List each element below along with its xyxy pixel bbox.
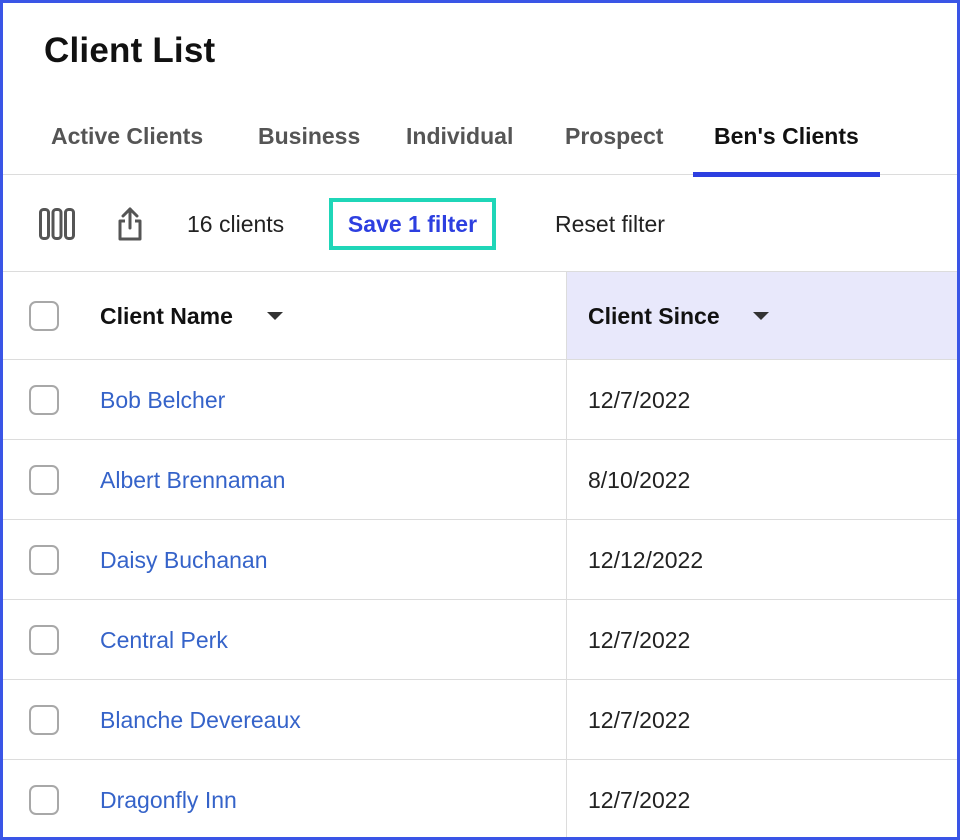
client-since-cell: 12/7/2022	[588, 387, 691, 413]
row-checkbox[interactable]	[29, 625, 59, 655]
table-row: Central Perk 12/7/2022	[3, 600, 957, 680]
client-since-header[interactable]: Client Since	[588, 272, 720, 360]
table-row: Dragonfly Inn 12/7/2022	[3, 760, 957, 837]
tab-individual[interactable]: Individual	[406, 107, 513, 175]
table-row: Blanche Devereaux 12/7/2022	[3, 680, 957, 760]
row-checkbox[interactable]	[29, 545, 59, 575]
client-table: Client Name Client Since Bob Belcher 12/…	[3, 272, 957, 837]
client-name-link[interactable]: Albert Brennaman	[100, 440, 285, 520]
column-divider	[566, 600, 567, 679]
row-checkbox[interactable]	[29, 705, 59, 735]
client-since-cell: 12/7/2022	[588, 787, 691, 813]
row-checkbox[interactable]	[29, 785, 59, 815]
client-list-window: Client List Active Clients Business Indi…	[0, 0, 960, 840]
client-since-cell: 12/12/2022	[588, 547, 704, 573]
column-divider	[566, 680, 567, 759]
column-divider	[566, 760, 567, 837]
client-since-cell: 12/7/2022	[588, 707, 691, 733]
table-row: Bob Belcher 12/7/2022	[3, 360, 957, 440]
client-name-link[interactable]: Blanche Devereaux	[100, 680, 301, 760]
table-row: Albert Brennaman 8/10/2022	[3, 440, 957, 520]
table-toolbar: 16 clients Save 1 filter Reset filter	[3, 176, 957, 272]
tab-business[interactable]: Business	[258, 107, 360, 175]
page-title: Client List	[44, 31, 216, 70]
table-header-row: Client Name Client Since	[3, 272, 957, 360]
save-filter-button[interactable]: Save 1 filter	[329, 198, 496, 250]
client-since-cell: 12/7/2022	[588, 627, 691, 653]
caret-down-icon[interactable]	[753, 312, 769, 320]
column-divider	[566, 520, 567, 599]
select-all-checkbox[interactable]	[29, 301, 59, 331]
columns-icon[interactable]	[39, 208, 75, 245]
client-name-link[interactable]: Dragonfly Inn	[100, 760, 237, 837]
row-checkbox[interactable]	[29, 385, 59, 415]
client-name-link[interactable]: Bob Belcher	[100, 360, 225, 440]
column-divider	[566, 272, 567, 359]
tab-active-clients[interactable]: Active Clients	[51, 107, 203, 175]
tab-bens-clients[interactable]: Ben's Clients	[693, 107, 880, 177]
table-row: Daisy Buchanan 12/12/2022	[3, 520, 957, 600]
caret-down-icon[interactable]	[267, 312, 283, 320]
column-divider	[566, 360, 567, 439]
client-name-header[interactable]: Client Name	[100, 272, 233, 360]
row-checkbox[interactable]	[29, 465, 59, 495]
reset-filter-button[interactable]: Reset filter	[555, 176, 665, 272]
tab-bar: Active Clients Business Individual Prosp…	[3, 107, 957, 177]
tab-prospect[interactable]: Prospect	[565, 107, 663, 175]
column-divider	[566, 440, 567, 519]
client-since-cell: 8/10/2022	[588, 467, 691, 493]
client-count: 16 clients	[187, 211, 285, 237]
share-icon[interactable]	[116, 206, 144, 247]
client-name-link[interactable]: Daisy Buchanan	[100, 520, 268, 600]
client-name-link[interactable]: Central Perk	[100, 600, 228, 680]
